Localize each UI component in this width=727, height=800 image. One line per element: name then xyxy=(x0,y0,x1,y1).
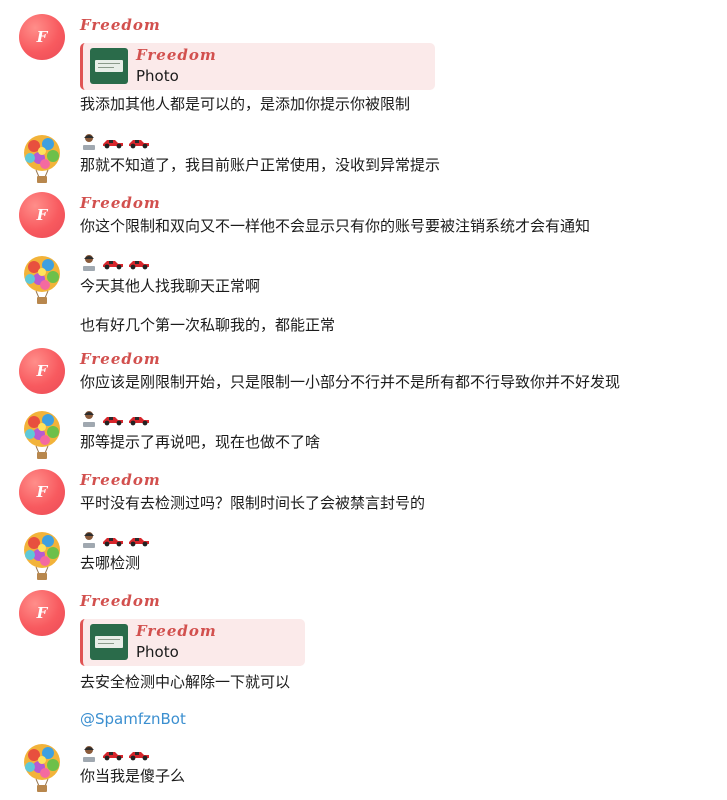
racing-car-icon xyxy=(103,752,123,761)
mention-link[interactable]: @SpamfznBot xyxy=(80,709,186,729)
message-text: 那等提示了再说吧，现在也做不了啥 xyxy=(80,433,321,451)
message-text: 去安全检测中心解除一下就可以 xyxy=(80,673,291,691)
avatar[interactable]: F xyxy=(19,192,65,238)
racing-car-icon xyxy=(129,140,149,149)
avatar[interactable] xyxy=(21,410,63,460)
sender-name-icons[interactable] xyxy=(80,409,150,429)
avatar[interactable] xyxy=(21,255,63,305)
racing-car-icon xyxy=(103,140,123,149)
reply-preview[interactable]: Freedom Photo xyxy=(80,43,435,90)
sender-name[interactable]: Freedom xyxy=(80,194,161,212)
avatar[interactable] xyxy=(21,134,63,184)
chat-history[interactable]: F Freedom Freedom Photo 我添加其他人都是可以的，是添加你… xyxy=(0,0,727,800)
reply-text: Photo xyxy=(136,643,179,661)
message-text: 那就不知道了，我目前账户正常使用，没收到异常提示 xyxy=(80,156,441,174)
sender-name[interactable]: Freedom xyxy=(80,471,161,489)
racing-car-icon xyxy=(129,261,149,270)
message-text: 平时没有去检测过吗？限制时间长了会被禁言封号的 xyxy=(80,494,426,512)
sender-name-icons[interactable] xyxy=(80,253,150,273)
avatar[interactable]: F xyxy=(19,590,65,636)
balloon-icon xyxy=(24,256,60,304)
man-technologist-icon xyxy=(83,532,95,548)
racing-car-icon xyxy=(129,538,149,547)
racing-car-icon xyxy=(103,538,123,547)
reply-preview[interactable]: Freedom Photo xyxy=(80,619,305,666)
message-text: 也有好几个第一次私聊我的，都能正常 xyxy=(80,316,336,334)
reply-text: Photo xyxy=(136,67,179,85)
man-technologist-icon xyxy=(83,746,95,762)
sender-name[interactable]: Freedom xyxy=(80,16,161,34)
avatar[interactable] xyxy=(21,743,63,793)
avatar[interactable]: F xyxy=(19,14,65,60)
balloon-icon xyxy=(24,532,60,580)
sender-name[interactable]: Freedom xyxy=(80,350,161,368)
racing-car-icon xyxy=(129,417,149,426)
sender-name-icons[interactable] xyxy=(80,530,150,550)
message-text: 我添加其他人都是可以的，是添加你提示你被限制 xyxy=(80,95,411,113)
sender-name-icons[interactable] xyxy=(80,132,150,152)
racing-car-icon xyxy=(103,261,123,270)
man-technologist-icon xyxy=(83,134,95,150)
racing-car-icon xyxy=(103,417,123,426)
message-text: 你当我是傻子么 xyxy=(80,767,186,785)
man-technologist-icon xyxy=(83,255,95,271)
avatar[interactable] xyxy=(21,531,63,581)
balloon-icon xyxy=(24,744,60,792)
balloon-icon xyxy=(24,135,60,183)
message-text: 你这个限制和双向又不一样他不会显示只有你的账号要被注销系统才会有通知 xyxy=(80,217,591,235)
photo-thumbnail xyxy=(90,48,128,84)
man-technologist-icon xyxy=(83,411,95,427)
racing-car-icon xyxy=(129,752,149,761)
reply-sender-name: Freedom xyxy=(136,622,217,640)
photo-thumbnail xyxy=(90,624,128,660)
avatar[interactable]: F xyxy=(19,348,65,394)
sender-name-icons[interactable] xyxy=(80,744,150,764)
avatar[interactable]: F xyxy=(19,469,65,515)
message-text: 去哪检测 xyxy=(80,554,141,572)
message-text: 今天其他人找我聊天正常啊 xyxy=(80,277,261,295)
balloon-icon xyxy=(24,411,60,459)
reply-sender-name: Freedom xyxy=(136,46,217,64)
sender-name[interactable]: Freedom xyxy=(80,592,161,610)
message-text: 你应该是刚限制开始，只是限制一小部分不行并不是所有都不行导致你并不好发现 xyxy=(80,373,621,391)
